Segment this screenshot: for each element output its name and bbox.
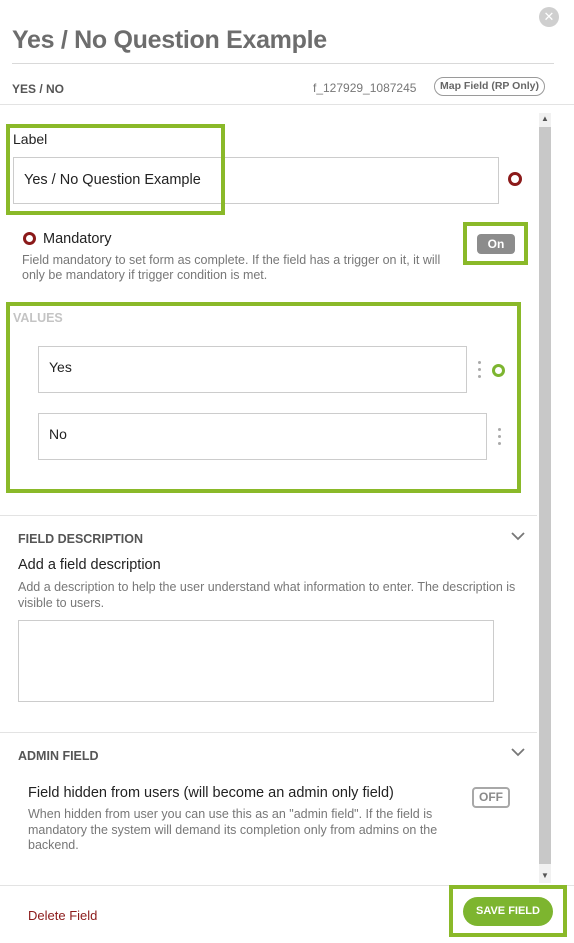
scroll-up-arrow-icon[interactable]: ▲ [539, 112, 551, 126]
required-dot-icon [508, 172, 522, 186]
chevron-down-icon[interactable] [511, 529, 525, 543]
mandatory-dot-icon [23, 232, 36, 245]
page-title: Yes / No Question Example [12, 26, 327, 54]
mandatory-toggle-highlight-box [463, 222, 528, 265]
save-button-highlight-box [449, 885, 567, 937]
label-highlight-box [6, 124, 225, 215]
section-divider [0, 732, 537, 733]
mandatory-description: Field mandatory to set form as complete.… [22, 253, 441, 282]
field-description-textarea[interactable] [18, 620, 494, 702]
admin-field-toggle[interactable]: OFF [472, 787, 510, 808]
admin-field-heading[interactable]: ADMIN FIELD [18, 749, 99, 763]
title-divider [12, 63, 554, 64]
header-divider [0, 104, 574, 105]
field-description-heading[interactable]: FIELD DESCRIPTION [18, 532, 143, 546]
map-field-button[interactable]: Map Field (RP Only) [434, 77, 545, 96]
field-id: f_127929_1087245 [313, 81, 417, 95]
mandatory-label: Mandatory [43, 231, 112, 247]
scrollbar-thumb[interactable] [539, 127, 551, 864]
admin-field-title: Field hidden from users (will become an … [28, 785, 394, 801]
field-type-label: YES / NO [12, 82, 65, 96]
field-description-title: Add a field description [18, 557, 161, 573]
admin-field-description: When hidden from user you can use this a… [28, 807, 438, 852]
values-highlight-box [6, 302, 521, 493]
scroll-down-arrow-icon[interactable]: ▼ [539, 869, 551, 883]
delete-field-link[interactable]: Delete Field [28, 908, 97, 923]
close-icon[interactable]: ✕ [539, 7, 559, 27]
chevron-down-icon[interactable] [511, 745, 525, 759]
field-description-help: Add a description to help the user under… [18, 580, 516, 610]
section-divider [0, 515, 537, 516]
